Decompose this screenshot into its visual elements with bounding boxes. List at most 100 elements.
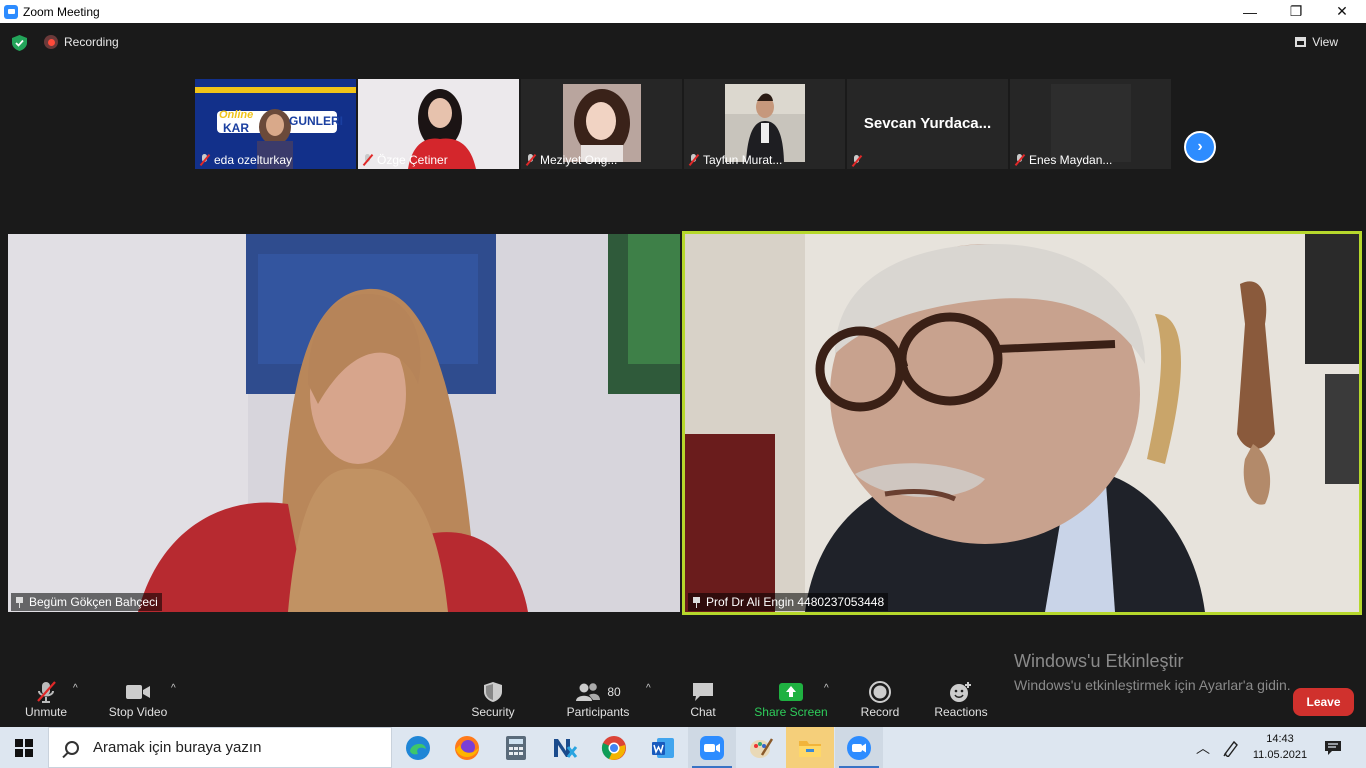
banner-word-1: Online xyxy=(219,109,254,121)
share-screen-button[interactable]: Share Screen xyxy=(754,679,828,719)
share-options-caret-icon[interactable]: ^ xyxy=(824,683,829,694)
pen-workspace-icon[interactable] xyxy=(1218,727,1244,768)
participant-name: Özge Çetiner xyxy=(377,153,448,167)
view-label: View xyxy=(1312,35,1338,49)
zoom-meeting-taskbar-icon[interactable] xyxy=(835,727,883,768)
thumbnail-label: Meziyet Ong... xyxy=(525,153,617,167)
windows-activation-subtitle: Windows'u etkinleştirmek için Ayarlar'a … xyxy=(1014,677,1291,693)
paint-icon[interactable] xyxy=(737,727,785,768)
participant-thumbnails: Online KAR GUNLERI eda ozelturkay Özge Ç… xyxy=(195,79,1171,169)
pin-icon xyxy=(692,596,701,608)
audio-options-caret-icon[interactable]: ^ xyxy=(73,683,78,694)
chat-label: Chat xyxy=(690,705,716,719)
restore-button[interactable]: ❐ xyxy=(1273,0,1319,23)
participants-button[interactable]: 80 Participants xyxy=(566,679,630,719)
recording-indicator[interactable]: Recording xyxy=(44,35,119,49)
window-title: Zoom Meeting xyxy=(23,4,100,19)
edge-icon[interactable] xyxy=(394,727,442,768)
participant-video-feed xyxy=(685,234,1359,612)
mic-muted-icon xyxy=(851,155,862,167)
thumbnail-tile[interactable]: Tayfun Murat... xyxy=(684,79,845,169)
banner-word-3: GUNLERI xyxy=(289,114,343,128)
reactions-button[interactable]: Reactions xyxy=(933,679,989,719)
video-tile-left[interactable]: Begüm Gökçen Bahçeci xyxy=(8,234,680,612)
tray-overflow-chevron-icon[interactable]: ︿ xyxy=(1190,727,1216,768)
video-tile-right[interactable]: Prof Dr Ali Engin 4480237053448 xyxy=(685,234,1359,612)
mic-muted-icon xyxy=(199,154,210,166)
video-options-caret-icon[interactable]: ^ xyxy=(171,683,176,694)
word-icon[interactable] xyxy=(639,727,687,768)
taskbar-search-box[interactable]: Aramak için buraya yazın xyxy=(48,727,392,768)
meeting-topbar: Recording View xyxy=(0,23,1366,63)
chat-bubble-icon xyxy=(693,683,713,701)
stop-video-button[interactable]: Stop Video xyxy=(106,679,170,719)
security-shield-icon xyxy=(484,682,502,702)
security-button[interactable]: Security xyxy=(466,679,520,719)
participants-count: 80 xyxy=(607,685,621,699)
chrome-icon[interactable] xyxy=(590,727,638,768)
video-name-label: Prof Dr Ali Engin 4480237053448 xyxy=(688,593,889,611)
thumbnail-tile[interactable]: Enes Maydan... xyxy=(1010,79,1171,169)
search-placeholder: Aramak için buraya yazın xyxy=(93,739,262,756)
windows-activation-title: Windows'u Etkinleştir xyxy=(1014,651,1184,671)
recording-label: Recording xyxy=(64,35,119,49)
zoom-taskbar-icon[interactable] xyxy=(688,727,736,768)
video-name-label: Begüm Gökçen Bahçeci xyxy=(11,593,162,611)
notification-center-icon[interactable] xyxy=(1318,727,1348,768)
pin-icon xyxy=(15,596,24,608)
security-shield-icon[interactable] xyxy=(12,35,27,51)
mic-muted-icon xyxy=(688,154,699,166)
participant-name: Enes Maydan... xyxy=(1029,153,1113,167)
thumbnail-tile[interactable]: Sevcan Yurdaca... xyxy=(847,79,1008,169)
unmute-button[interactable]: Unmute xyxy=(22,679,70,719)
next-page-arrow-icon[interactable]: › xyxy=(1184,131,1216,163)
participants-options-caret-icon[interactable]: ^ xyxy=(646,683,651,694)
participants-icon xyxy=(576,683,601,701)
chat-button[interactable]: Chat xyxy=(683,679,723,719)
reactions-emoji-icon xyxy=(950,682,971,702)
view-grid-icon xyxy=(1295,37,1307,47)
minimize-button[interactable]: — xyxy=(1227,0,1273,23)
mic-muted-icon xyxy=(525,154,536,166)
nx-app-icon[interactable] xyxy=(541,727,589,768)
participant-name: Prof Dr Ali Engin 4480237053448 xyxy=(706,595,885,609)
search-icon xyxy=(65,740,79,755)
participant-display-name: Sevcan Yurdaca... xyxy=(863,115,992,132)
meeting-area: Recording View Online KAR GUNLERI eda oz… xyxy=(0,23,1366,727)
calculator-icon[interactable] xyxy=(492,727,540,768)
firefox-icon[interactable] xyxy=(443,727,491,768)
mic-muted-icon xyxy=(1014,154,1025,166)
participants-label: Participants xyxy=(566,705,630,719)
video-camera-icon xyxy=(126,685,150,699)
thumbnail-label: Enes Maydan... xyxy=(1014,153,1112,167)
participant-name: Meziyet Ong... xyxy=(540,153,618,167)
record-icon xyxy=(869,681,891,703)
share-screen-icon xyxy=(779,683,803,701)
thumbnail-tile[interactable]: Özge Çetiner xyxy=(358,79,519,169)
thumbnail-tile[interactable]: Meziyet Ong... xyxy=(521,79,682,169)
share-screen-label: Share Screen xyxy=(754,705,828,719)
windows-taskbar: Aramak için buraya yazın ︿ 14:43 11.05.2… xyxy=(0,727,1366,768)
file-explorer-icon[interactable] xyxy=(786,727,834,768)
start-button[interactable] xyxy=(0,727,48,768)
microphone-muted-icon xyxy=(37,681,56,703)
record-label: Record xyxy=(860,705,900,719)
zoom-app-icon xyxy=(4,4,18,19)
taskbar-clock[interactable]: 14:43 11.05.2021 xyxy=(1248,731,1312,763)
thumbnail-tile[interactable]: Online KAR GUNLERI eda ozelturkay xyxy=(195,79,356,169)
view-button[interactable]: View xyxy=(1295,35,1338,49)
clock-date: 11.05.2021 xyxy=(1252,749,1308,761)
thumbnail-label xyxy=(851,155,866,167)
stop-video-label: Stop Video xyxy=(108,705,168,719)
close-button[interactable]: ✕ xyxy=(1319,0,1365,23)
mic-muted-icon xyxy=(362,154,373,166)
participant-video-feed xyxy=(8,234,680,612)
thumbnail-label: Tayfun Murat... xyxy=(688,153,782,167)
reactions-label: Reactions xyxy=(934,705,988,719)
security-label: Security xyxy=(471,705,515,719)
record-button[interactable]: Record xyxy=(858,679,902,719)
participant-name: Tayfun Murat... xyxy=(703,153,783,167)
thumbnail-label: eda ozelturkay xyxy=(199,153,292,167)
leave-button[interactable]: Leave xyxy=(1293,688,1354,716)
recording-icon xyxy=(44,35,58,49)
